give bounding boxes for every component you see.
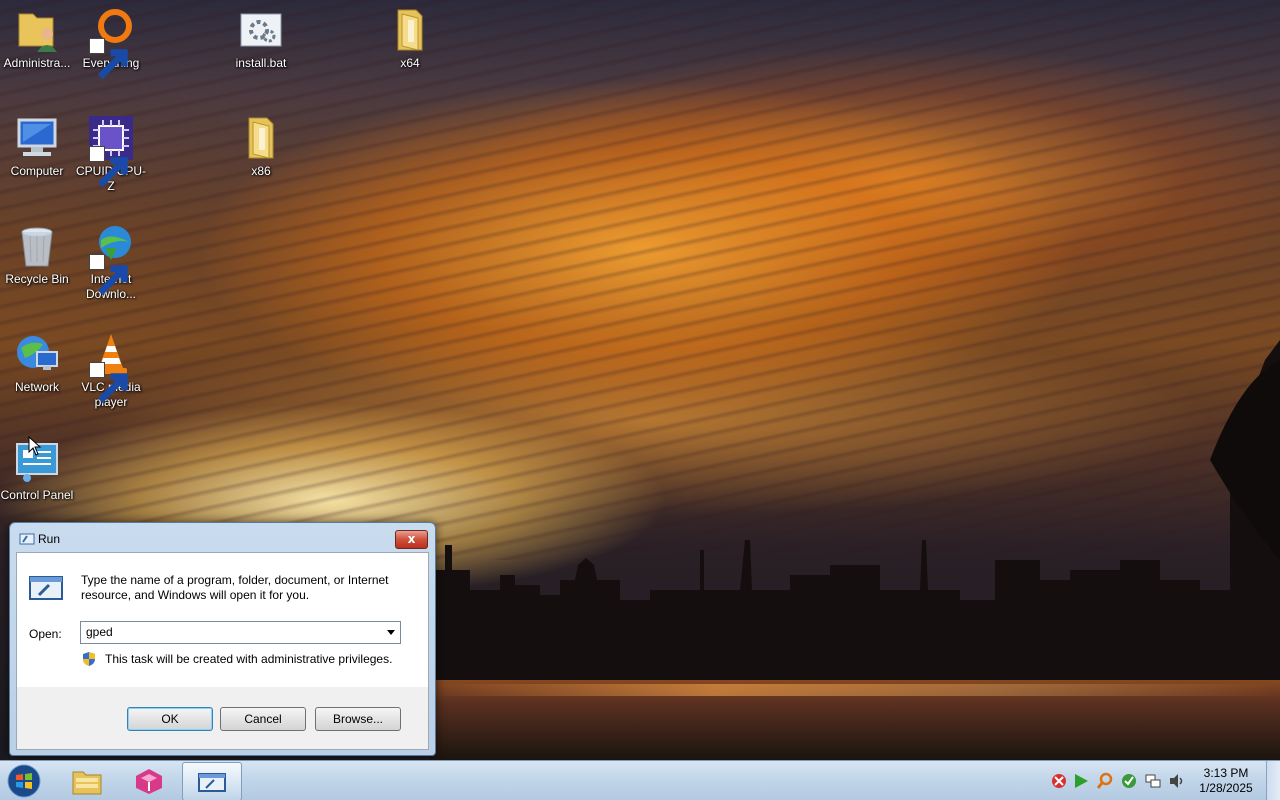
dialog-description: Type the name of a program, folder, docu… xyxy=(81,573,389,602)
media-play-icon[interactable] xyxy=(1072,772,1090,790)
recycle-bin-icon xyxy=(13,222,61,270)
desktop-icon-network[interactable]: Network xyxy=(0,326,74,395)
taskbar-run-window[interactable] xyxy=(182,762,242,800)
shortcut-arrow-icon xyxy=(89,362,128,404)
idm-icon xyxy=(87,222,135,296)
show-desktop-button[interactable] xyxy=(1266,761,1280,800)
desktop-icon-install-bat[interactable]: install.bat xyxy=(224,2,298,71)
start-button[interactable] xyxy=(4,763,44,799)
desktop-icon-x86[interactable]: x86 xyxy=(224,110,298,179)
desktop-icon-x64[interactable]: x64 xyxy=(373,2,447,71)
run-dialog[interactable]: Run x Type the name of a program, folder… xyxy=(9,522,436,756)
network-disconnected-icon[interactable] xyxy=(1050,772,1068,790)
computer-icon xyxy=(13,114,61,162)
chevron-down-icon xyxy=(387,630,395,635)
open-input[interactable] xyxy=(83,623,379,641)
taskbar-file-explorer[interactable] xyxy=(58,762,116,799)
network-icon xyxy=(13,330,61,378)
run-window-icon xyxy=(19,533,35,545)
clock-time: 3:13 PM xyxy=(1203,766,1249,780)
dialog-title: Run xyxy=(38,532,61,546)
user-folder-icon xyxy=(13,6,61,54)
cpuz-icon xyxy=(87,114,135,188)
clock-date: 1/28/2025 xyxy=(1199,781,1253,795)
shortcut-arrow-icon xyxy=(89,254,128,296)
app-cube-icon xyxy=(136,769,162,794)
desktop-icon-cpuz[interactable]: CPUID CPU-Z xyxy=(74,110,148,194)
cancel-button[interactable]: Cancel xyxy=(220,707,306,731)
desktop-icon-label: Computer xyxy=(10,164,64,178)
volume-icon[interactable] xyxy=(1168,772,1186,790)
ok-button[interactable]: OK xyxy=(127,707,213,731)
network-icon[interactable] xyxy=(1144,772,1162,790)
desktop-icon-label: Administra... xyxy=(3,56,71,70)
desktop-icon-label: Recycle Bin xyxy=(5,272,69,286)
taskbar-clock[interactable]: 3:13 PM 1/28/2025 xyxy=(1196,766,1256,796)
open-combobox[interactable] xyxy=(80,621,401,644)
shortcut-arrow-icon xyxy=(89,146,128,188)
admin-privileges-note: This task will be created with administr… xyxy=(105,652,393,666)
desktop-icon-vlc[interactable]: VLC media player xyxy=(74,326,148,410)
desktop-icon-administrator[interactable]: Administra... xyxy=(0,2,74,71)
browse-button[interactable]: Browse... xyxy=(315,707,401,731)
desktop-icon-everything[interactable]: Everything xyxy=(74,2,148,80)
open-dropdown-button[interactable] xyxy=(382,622,400,643)
dialog-content-panel: Type the name of a program, folder, docu… xyxy=(17,553,428,687)
folder-icon xyxy=(237,114,285,162)
everything-search-icon xyxy=(87,6,135,80)
desktop-icon-internet-download-manager[interactable]: Internet Downlo... xyxy=(74,218,148,302)
run-program-icon xyxy=(29,576,63,600)
taskbar-app[interactable] xyxy=(120,762,178,799)
mouse-cursor-icon xyxy=(28,436,42,456)
desktop-icon-label: Network xyxy=(14,380,59,394)
search-tool-icon[interactable] xyxy=(1096,772,1114,790)
desktop-icon-label: x64 xyxy=(400,56,420,70)
uac-shield-icon xyxy=(83,652,95,666)
start-orb-icon xyxy=(7,764,41,798)
dialog-body: Type the name of a program, folder, docu… xyxy=(16,552,429,750)
taskbar: 3:13 PM 1/28/2025 xyxy=(0,760,1280,800)
desktop-icon-label: Control Panel xyxy=(0,488,74,502)
shortcut-arrow-icon xyxy=(89,38,128,80)
desktop-icon-computer[interactable]: Computer xyxy=(0,110,74,179)
open-label: Open: xyxy=(29,627,62,641)
close-icon: x xyxy=(407,532,416,546)
desktop-icon-label: x86 xyxy=(251,164,271,178)
desktop-icon-recycle-bin[interactable]: Recycle Bin xyxy=(0,218,74,287)
desktop-icon-label: install.bat xyxy=(235,56,287,70)
batch-file-icon xyxy=(237,6,285,54)
security-check-icon[interactable] xyxy=(1120,772,1138,790)
vlc-icon xyxy=(87,330,135,404)
close-button[interactable]: x xyxy=(395,530,428,549)
run-window-icon xyxy=(198,773,226,792)
file-explorer-icon xyxy=(72,771,102,795)
folder-icon xyxy=(386,6,434,54)
